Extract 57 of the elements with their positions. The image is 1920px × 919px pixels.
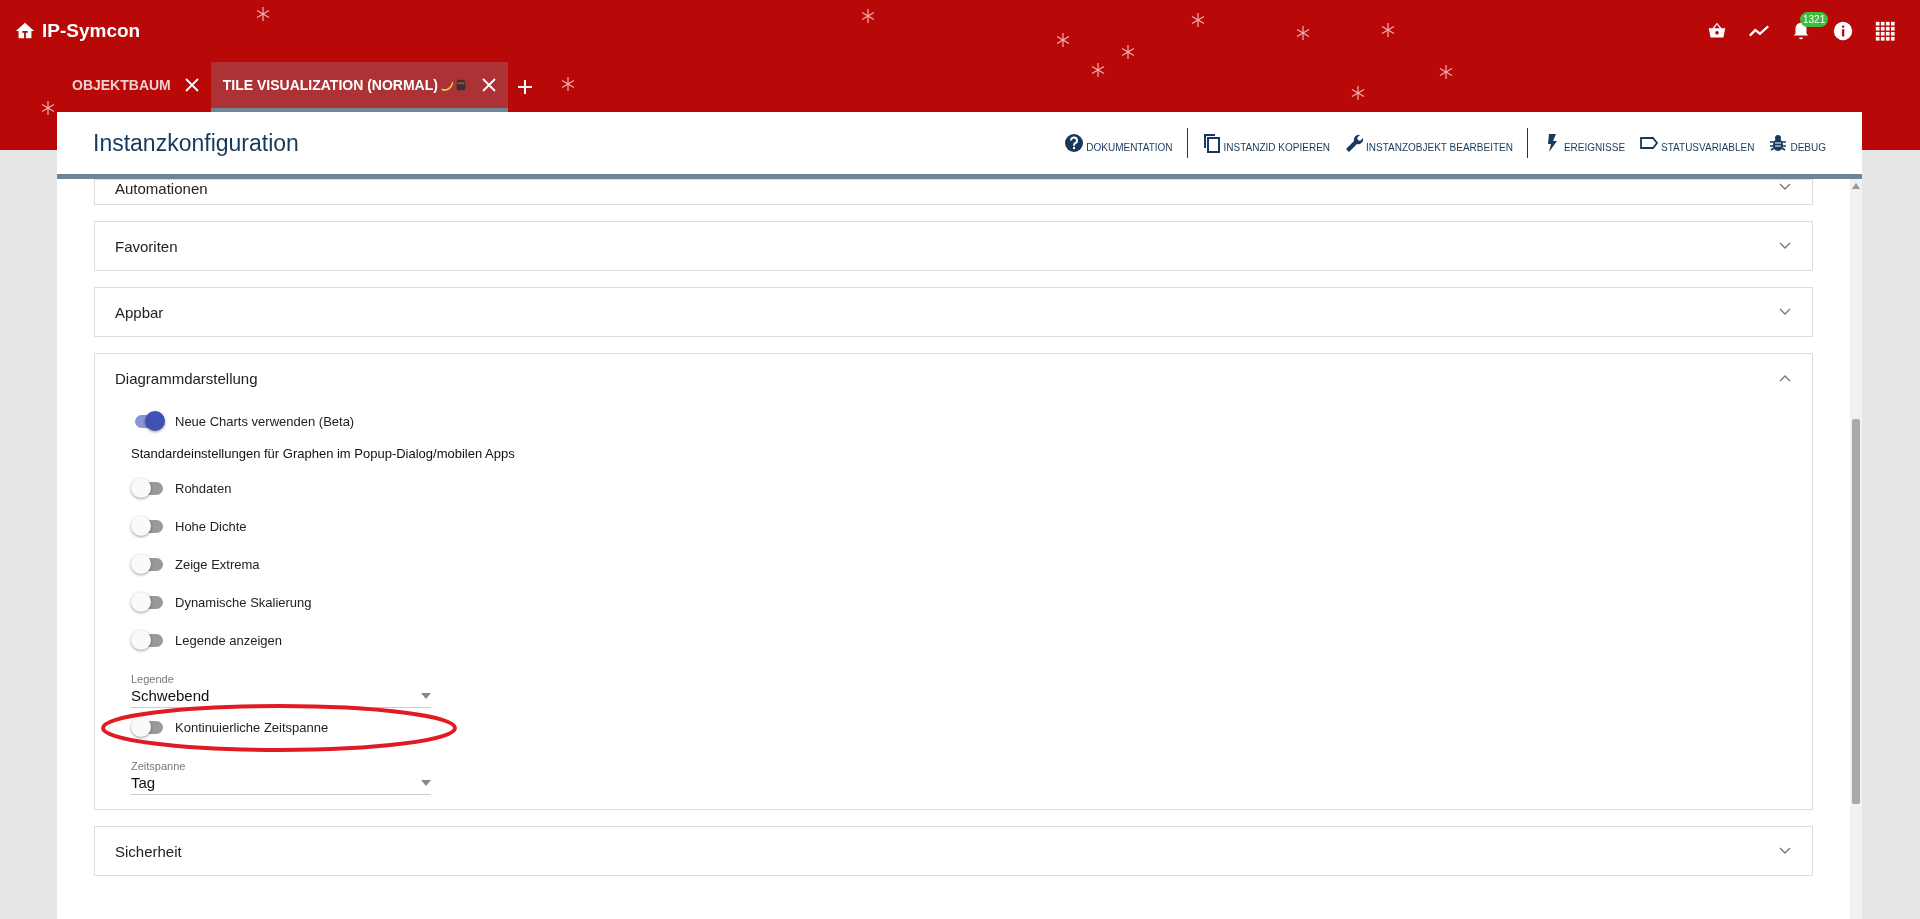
dropdown-field[interactable]: Legende Schwebend xyxy=(131,673,431,708)
toggle-label: Kontinuierliche Zeitspanne xyxy=(175,719,329,735)
toolbar-button[interactable]: DOKUMENTATION xyxy=(1064,133,1173,153)
help-icon xyxy=(1064,133,1085,153)
toggle-switch[interactable] xyxy=(131,630,165,650)
section-title[interactable]: Sicherheit xyxy=(115,842,182,860)
toggle-label: Neue Charts verwenden (Beta) xyxy=(175,413,355,429)
toggle-switch[interactable] xyxy=(131,478,165,498)
toolbar-button[interactable]: INSTANZOBJEKT BEARBEITEN xyxy=(1344,133,1513,153)
app-title: IP-Symcon xyxy=(42,20,141,42)
close-icon[interactable] xyxy=(184,78,199,92)
dropdown-field[interactable]: Zeitspanne Tag xyxy=(131,760,431,795)
snowflake-icon xyxy=(560,76,576,92)
toolbar-button[interactable]: DEBUG xyxy=(1768,133,1826,153)
snowflake-icon xyxy=(1380,22,1396,38)
section-title[interactable]: Favoriten xyxy=(115,237,178,255)
dialog-title: Instanzkonfiguration xyxy=(93,129,299,157)
tab[interactable]: OBJEKTBAUM xyxy=(60,62,211,112)
subheading: Standardeinstellungen für Graphen im Popup-Dialog/mobilen Apps xyxy=(131,445,516,463)
info-icon[interactable] xyxy=(1832,20,1854,42)
notification-badge: 1321 xyxy=(1800,12,1829,27)
copy-icon xyxy=(1201,133,1222,153)
toolbar-button[interactable]: EREIGNISSE xyxy=(1541,133,1626,153)
snowflake-icon xyxy=(1295,25,1311,41)
toggle-switch[interactable] xyxy=(131,717,165,737)
snowflake-icon xyxy=(1120,44,1136,60)
snowflake-icon xyxy=(1350,85,1366,101)
toggle-label: Hohe Dichte xyxy=(175,518,247,534)
section-title[interactable]: Appbar xyxy=(115,303,164,321)
snowflake-icon xyxy=(40,100,56,116)
scrollbar[interactable] xyxy=(1850,179,1862,919)
toggle-switch[interactable] xyxy=(131,554,165,574)
toggle-switch[interactable] xyxy=(131,592,165,612)
snowflake-icon xyxy=(1438,64,1454,80)
toolbar-button[interactable]: STATUSVARIABLEN xyxy=(1639,133,1755,153)
tab[interactable]: TILE VISUALIZATION (NORMAL) xyxy=(210,62,508,112)
section-title[interactable]: Automationen xyxy=(115,180,208,197)
snowflake-icon xyxy=(1055,32,1071,48)
snowflake-icon xyxy=(255,6,271,22)
toggle-switch[interactable] xyxy=(131,516,165,536)
toggle-label: Rohdaten xyxy=(175,480,232,496)
close-icon[interactable] xyxy=(481,78,496,92)
apps-grid-icon[interactable] xyxy=(1874,20,1896,42)
plus-icon xyxy=(517,80,532,94)
snowflake-icon xyxy=(860,8,876,24)
caret-icon xyxy=(421,779,431,786)
toggle-label: Dynamische Skalierung xyxy=(175,594,312,610)
bug-icon xyxy=(1768,133,1789,153)
wrench-icon xyxy=(1344,133,1365,153)
scroll-up-icon xyxy=(1852,183,1860,189)
section-title[interactable]: Diagrammdarstellung xyxy=(115,369,258,387)
toggle-label: Legende anzeigen xyxy=(175,632,282,648)
snowflake-icon xyxy=(1190,12,1206,28)
snowflake-icon xyxy=(1090,62,1106,78)
toggle-label: Zeige Extrema xyxy=(175,556,260,572)
caret-icon xyxy=(421,692,431,699)
toolbar-button[interactable]: INSTANZID KOPIEREN xyxy=(1201,133,1331,153)
